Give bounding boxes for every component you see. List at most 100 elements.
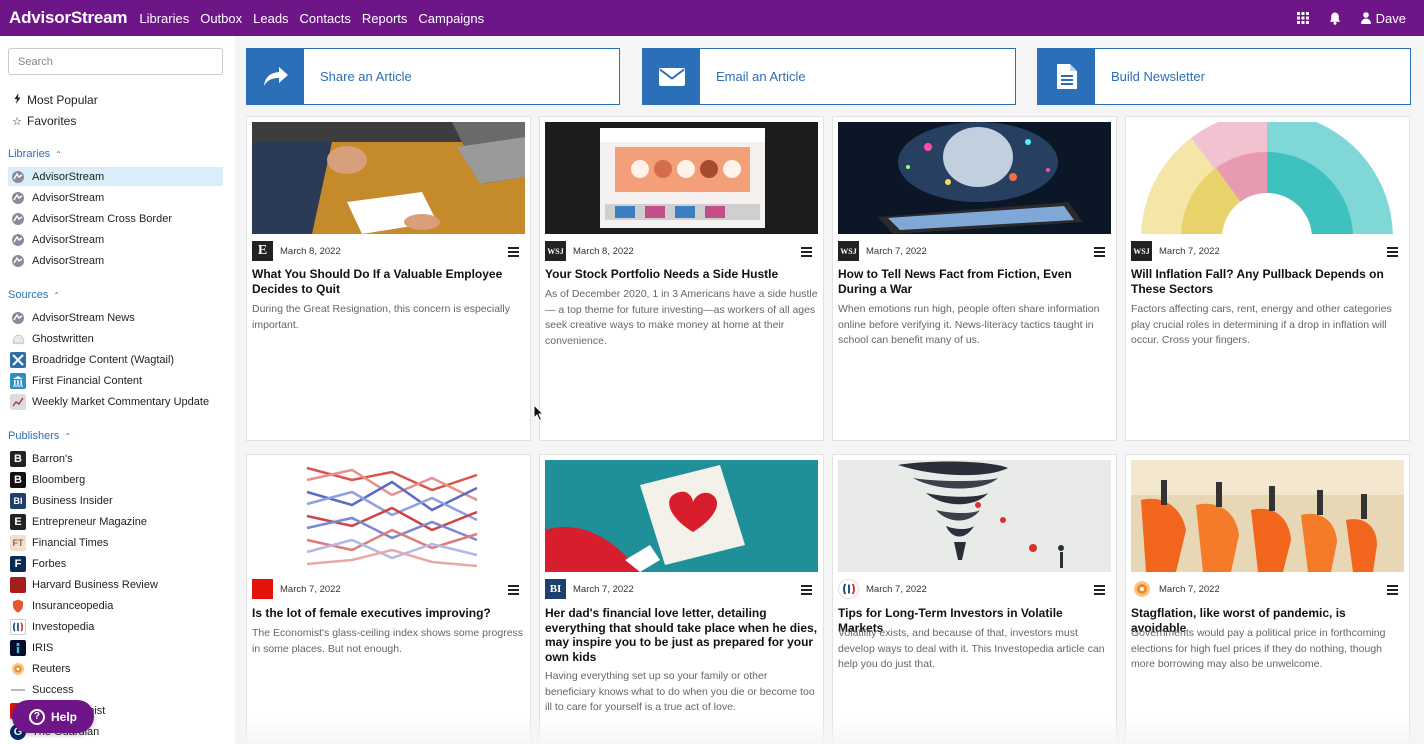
nav-contacts[interactable]: Contacts xyxy=(300,11,351,26)
sidebar-library-item[interactable]: AdvisorStream xyxy=(8,188,223,207)
hamburger-menu-icon[interactable] xyxy=(1094,244,1105,262)
business-insider-logo-icon: BI xyxy=(10,492,26,509)
article-title[interactable]: Will Inflation Fall? Any Pullback Depend… xyxy=(1131,267,1404,296)
article-title[interactable]: Her dad's financial love letter, detaili… xyxy=(545,606,818,664)
article-meta: March 7, 2022 xyxy=(838,579,1111,599)
sidebar-publisher-item[interactable]: Harvard Business Review xyxy=(8,575,223,594)
help-button[interactable]: ? Help xyxy=(12,700,94,733)
sidebar-source-item[interactable]: Weekly Market Commentary Update xyxy=(8,392,223,411)
sidebar-publisher-item[interactable]: Reuters xyxy=(8,659,223,678)
ghost-icon xyxy=(10,331,26,347)
hamburger-menu-icon[interactable] xyxy=(801,582,812,600)
email-article-button[interactable]: Email an Article xyxy=(642,48,1016,105)
quick-favorites[interactable]: ☆ Favorites xyxy=(11,114,76,128)
nav-outbox[interactable]: Outbox xyxy=(200,11,242,26)
brand-logo[interactable]: AdvisorStream xyxy=(9,8,128,28)
sidebar-source-item[interactable]: First Financial Content xyxy=(8,371,223,390)
article-title[interactable]: Your Stock Portfolio Needs a Side Hustle xyxy=(545,267,818,282)
sidebar-source-item[interactable]: Broadridge Content (Wagtail) xyxy=(8,350,223,369)
article-thumbnail[interactable] xyxy=(252,460,525,572)
article-card[interactable]: WSJ March 8, 2022 Your Stock Portfolio N… xyxy=(539,116,824,441)
article-card[interactable]: March 7, 2022 Is the lot of female execu… xyxy=(246,454,531,744)
nav-leads[interactable]: Leads xyxy=(253,11,288,26)
hamburger-menu-icon[interactable] xyxy=(1387,244,1398,262)
source-label: First Financial Content xyxy=(32,374,143,387)
sidebar-publisher-item[interactable]: E Entrepreneur Magazine xyxy=(8,512,223,531)
sidebar-publisher-item[interactable]: Success xyxy=(8,680,223,699)
article-meta: March 7, 2022 xyxy=(252,579,525,599)
bolt-icon xyxy=(11,93,23,107)
hamburger-menu-icon[interactable] xyxy=(1094,582,1105,600)
library-label: AdvisorStream xyxy=(32,254,105,267)
sidebar: Most Popular ☆ Favorites Libraries ⌃ Adv… xyxy=(0,36,235,744)
article-title[interactable]: How to Tell News Fact from Fiction, Even… xyxy=(838,267,1111,296)
apps-grid-icon[interactable] xyxy=(1296,12,1309,24)
article-thumbnail[interactable] xyxy=(545,122,818,234)
search-input[interactable] xyxy=(8,48,223,75)
article-description: As of December 2020, 1 in 3 Americans ha… xyxy=(545,288,818,347)
article-thumbnail[interactable] xyxy=(838,122,1111,234)
article-title[interactable]: Is the lot of female executives improvin… xyxy=(252,606,525,621)
sidebar-library-item[interactable]: AdvisorStream xyxy=(8,251,223,270)
sidebar-source-item[interactable]: AdvisorStream News xyxy=(8,308,223,327)
article-date: March 7, 2022 xyxy=(1159,245,1220,257)
hamburger-menu-icon[interactable] xyxy=(508,582,519,600)
article-meta: WSJ March 7, 2022 xyxy=(1131,241,1404,261)
advisorstream-logo-icon xyxy=(10,211,26,227)
nav-reports[interactable]: Reports xyxy=(362,11,408,26)
question-icon: ? xyxy=(28,708,45,725)
sidebar-publisher-item[interactable]: Insuranceopedia xyxy=(8,596,223,615)
hamburger-menu-icon[interactable] xyxy=(801,244,812,262)
sidebar-source-item[interactable]: Ghostwritten xyxy=(8,329,223,348)
article-card[interactable]: WSJ March 7, 2022 How to Tell News Fact … xyxy=(832,116,1117,441)
chart-icon xyxy=(10,393,26,410)
article-thumbnail[interactable] xyxy=(1131,122,1404,234)
sidebar-publisher-item[interactable]: B Barron's xyxy=(8,449,223,468)
help-label: Help xyxy=(50,709,77,724)
publisher-label: Harvard Business Review xyxy=(32,578,158,591)
advisorstream-logo-icon xyxy=(10,232,26,248)
hamburger-menu-icon[interactable] xyxy=(508,244,519,262)
sidebar-library-item[interactable]: AdvisorStream xyxy=(8,167,223,186)
quick-most-popular[interactable]: Most Popular xyxy=(11,93,98,107)
sidebar-publisher-item[interactable]: Investopedia xyxy=(8,617,223,636)
nav-libraries[interactable]: Libraries xyxy=(139,11,189,26)
article-title[interactable]: What You Should Do If a Valuable Employe… xyxy=(252,267,525,296)
build-newsletter-button[interactable]: Build Newsletter xyxy=(1037,48,1411,105)
libraries-section-toggle[interactable]: Libraries ⌃ xyxy=(8,148,62,160)
publishers-section-toggle[interactable]: Publishers ⌃ xyxy=(8,430,71,442)
article-date: March 8, 2022 xyxy=(280,245,341,257)
sources-section-toggle[interactable]: Sources ⌃ xyxy=(8,289,60,301)
sidebar-library-item[interactable]: AdvisorStream Cross Border xyxy=(8,209,223,228)
user-icon xyxy=(1360,12,1371,24)
sidebar-publisher-item[interactable]: F Forbes xyxy=(8,554,223,573)
article-card[interactable]: March 7, 2022 Stagflation, like worst of… xyxy=(1125,454,1410,744)
source-label: Ghostwritten xyxy=(32,332,94,345)
article-card[interactable]: E March 8, 2022 What You Should Do If a … xyxy=(246,116,531,441)
article-card[interactable]: March 7, 2022 Tips for Long-Term Investo… xyxy=(832,454,1117,744)
source-label: AdvisorStream News xyxy=(32,311,135,324)
article-thumbnail[interactable] xyxy=(545,460,818,572)
article-card[interactable]: BI March 7, 2022 Her dad's financial lov… xyxy=(539,454,824,744)
article-thumbnail[interactable] xyxy=(252,122,525,234)
sidebar-publisher-item[interactable]: FT Financial Times xyxy=(8,533,223,552)
article-card[interactable]: WSJ March 7, 2022 Will Inflation Fall? A… xyxy=(1125,116,1410,441)
library-label: AdvisorStream Cross Border xyxy=(32,212,172,225)
nav-campaigns[interactable]: Campaigns xyxy=(418,11,484,26)
reuters-logo-icon xyxy=(1131,579,1152,599)
article-description: Having everything set up so your family … xyxy=(545,670,815,713)
sidebar-publisher-item[interactable]: BI Business Insider xyxy=(8,491,223,510)
article-thumbnail[interactable] xyxy=(838,460,1111,572)
sidebar-publisher-item[interactable]: B Bloomberg xyxy=(8,470,223,489)
bell-icon[interactable] xyxy=(1329,12,1341,25)
most-popular-label: Most Popular xyxy=(27,93,98,107)
article-thumbnail[interactable] xyxy=(1131,460,1404,572)
share-article-button[interactable]: Share an Article xyxy=(246,48,620,105)
publisher-label: Business Insider xyxy=(32,494,113,507)
sidebar-library-item[interactable]: AdvisorStream xyxy=(8,230,223,249)
hamburger-menu-icon[interactable] xyxy=(1387,582,1398,600)
business-insider-logo-icon: BI xyxy=(545,579,566,599)
sidebar-publisher-item[interactable]: IRIS xyxy=(8,638,223,657)
bank-icon xyxy=(10,372,26,389)
user-menu[interactable]: Dave xyxy=(1360,11,1406,26)
